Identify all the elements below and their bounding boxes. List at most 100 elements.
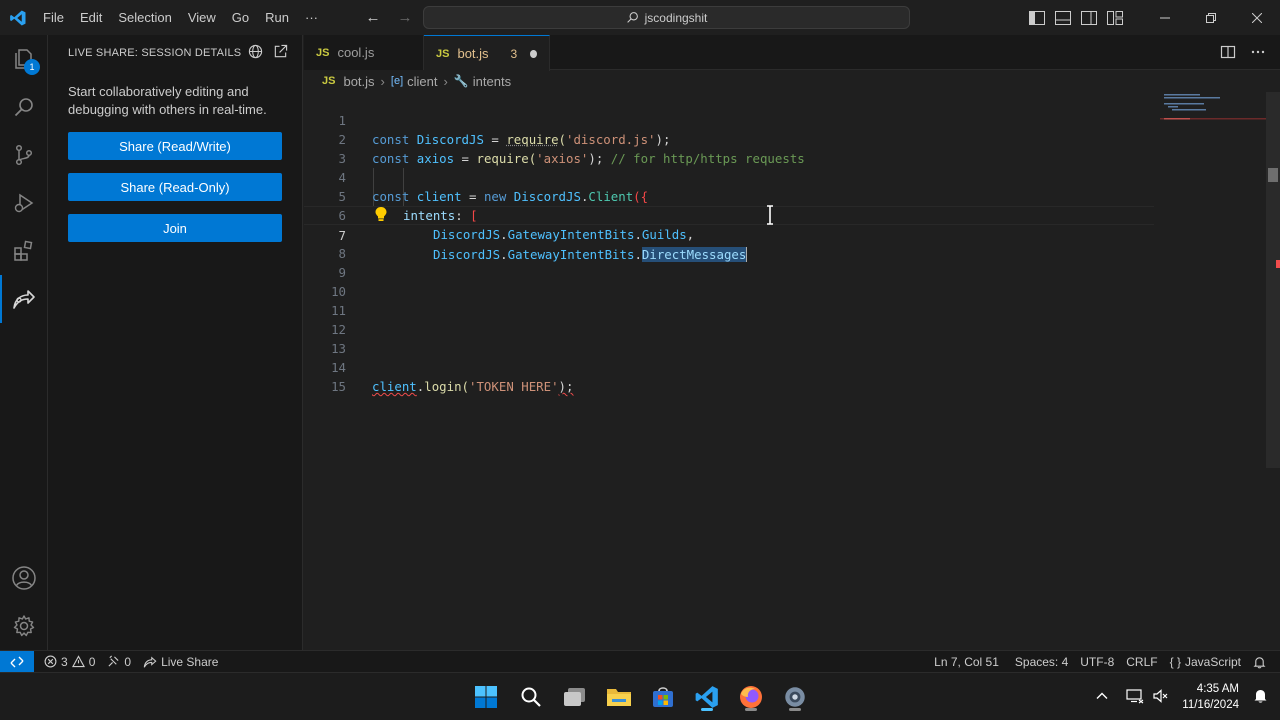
search-icon <box>521 687 541 707</box>
code-line: 11 <box>304 282 1154 318</box>
breadcrumb-symbol-client[interactable]: client <box>407 74 437 89</box>
indentation-status[interactable]: Spaces: 4 <box>1009 655 1074 669</box>
token: login <box>424 379 462 394</box>
ports-status[interactable]: 0 <box>101 655 137 669</box>
code-editor[interactable]: 1 const DiscordJS = require('discord.js'… <box>304 92 1266 650</box>
menu-more[interactable]: ··· <box>297 0 326 35</box>
restore-button[interactable] <box>1188 0 1234 35</box>
task-view-button[interactable] <box>559 681 591 713</box>
vertical-scrollbar[interactable] <box>1266 92 1280 468</box>
settings-button[interactable] <box>779 681 811 713</box>
close-button[interactable] <box>1234 0 1280 35</box>
menu-run[interactable]: Run <box>257 0 297 35</box>
store-button[interactable] <box>647 681 679 713</box>
gear-icon <box>13 615 35 637</box>
lightbulb-icon[interactable] <box>374 206 388 225</box>
run-debug-button[interactable] <box>0 179 48 227</box>
firefox-button[interactable] <box>735 681 767 713</box>
language-mode[interactable]: { } JavaScript <box>1164 655 1247 669</box>
taskbar-clock[interactable]: 4:35 AM 11/16/2024 <box>1182 681 1239 713</box>
bell-icon <box>1253 656 1266 668</box>
back-arrow-icon[interactable]: ← <box>362 9 384 26</box>
mouse-ibeam-cursor-icon <box>766 205 774 225</box>
more-actions-icon[interactable] <box>1250 44 1266 60</box>
forward-arrow-icon[interactable]: → <box>394 9 416 26</box>
accounts-button[interactable] <box>0 554 48 602</box>
chevron-up-icon[interactable] <box>1096 690 1108 705</box>
unsaved-dot-icon[interactable] <box>530 49 537 58</box>
vscode-taskbar-button[interactable] <box>691 681 723 713</box>
live-share-sidebar: LIVE SHARE: SESSION DETAILS Start collab… <box>48 35 303 650</box>
code-line: 10 <box>304 263 1154 299</box>
share-read-only-button[interactable]: Share (Read-Only) <box>68 173 282 201</box>
start-button[interactable] <box>470 681 502 713</box>
network-icon[interactable] <box>1126 688 1144 707</box>
remote-icon <box>10 656 24 667</box>
breadcrumb-symbol-intents[interactable]: intents <box>473 74 511 89</box>
code-line: 5 intents: [ <box>304 168 1154 223</box>
tab-problem-count: 3 <box>510 46 518 61</box>
live-share-status[interactable]: Live Share <box>137 655 224 669</box>
explorer-badge: 1 <box>24 59 40 75</box>
ports-icon <box>108 655 119 667</box>
search-icon <box>626 12 638 23</box>
code-line: 12 <box>304 301 1154 337</box>
account-icon <box>12 566 36 590</box>
explorer-button[interactable]: 1 <box>0 35 48 83</box>
warning-icon <box>71 655 85 668</box>
windows-logo-icon <box>475 686 497 708</box>
toggle-panel-icon[interactable] <box>1054 9 1072 27</box>
restore-icon <box>1206 12 1216 23</box>
notification-bell-icon[interactable] <box>1253 688 1268 707</box>
notifications-button[interactable] <box>1247 656 1272 669</box>
close-icon <box>1252 12 1262 23</box>
tab-bot-js[interactable]: JS bot.js 3 <box>424 35 550 71</box>
breadcrumb: JS bot.js › [e] client › 🔧 intents <box>304 70 1280 92</box>
code-line-current: 7 DiscordJS.GatewayIntentBits.DirectMess… <box>304 206 1154 262</box>
line-number: 15 <box>331 379 346 394</box>
menu-go[interactable]: Go <box>224 0 257 35</box>
token: ); <box>558 379 574 394</box>
search-view-button[interactable] <box>0 83 48 131</box>
minimize-button[interactable] <box>1142 0 1188 35</box>
split-editor-icon[interactable] <box>1220 44 1236 60</box>
menu-selection[interactable]: Selection <box>110 0 179 35</box>
task-view-icon <box>564 688 585 706</box>
taskbar-search-button[interactable] <box>515 681 547 713</box>
menu-view[interactable]: View <box>180 0 224 35</box>
share-read-write-button[interactable]: Share (Read/Write) <box>68 132 282 160</box>
minimap[interactable] <box>1160 92 1266 650</box>
globe-icon[interactable] <box>248 44 263 59</box>
source-control-button[interactable] <box>0 131 48 179</box>
breadcrumb-file[interactable]: bot.js <box>343 74 374 89</box>
menu-file[interactable]: File <box>35 0 72 35</box>
live-share-button[interactable] <box>0 275 48 323</box>
problems-status[interactable]: 3 0 <box>38 655 101 669</box>
cursor-position[interactable]: Ln 7, Col 51 <box>928 655 1005 669</box>
join-button[interactable]: Join <box>68 214 282 242</box>
language-label: JavaScript <box>1184 655 1241 669</box>
live-share-icon <box>13 290 35 309</box>
navigation-arrows: ← → <box>362 0 416 35</box>
toggle-primary-sidebar-icon[interactable] <box>1028 9 1046 27</box>
error-count: 3 <box>61 654 68 669</box>
eol-status[interactable]: CRLF <box>1120 655 1163 669</box>
scrollbar-error-marker <box>1276 260 1280 268</box>
toggle-secondary-sidebar-icon[interactable] <box>1080 9 1098 27</box>
code-line: 6 DiscordJS.GatewayIntentBits.Guilds, <box>304 187 1154 242</box>
volume-muted-icon[interactable] <box>1152 688 1168 707</box>
encoding-status[interactable]: UTF-8 <box>1074 655 1120 669</box>
extensions-button[interactable] <box>0 227 48 275</box>
remote-indicator-button[interactable] <box>0 650 34 673</box>
manage-button[interactable] <box>0 602 48 650</box>
store-icon <box>653 687 673 707</box>
command-center-search[interactable]: jscodingshit <box>423 6 910 29</box>
open-external-icon[interactable] <box>273 44 288 59</box>
menu-edit[interactable]: Edit <box>72 0 110 35</box>
run-debug-icon <box>14 193 34 213</box>
title-bar: File Edit Selection View Go Run ··· ← → … <box>0 0 1280 35</box>
tab-cool-js[interactable]: JS cool.js <box>304 35 424 70</box>
tab-label: bot.js <box>457 46 489 61</box>
customize-layout-icon[interactable] <box>1106 9 1124 27</box>
file-explorer-button[interactable] <box>603 681 635 713</box>
